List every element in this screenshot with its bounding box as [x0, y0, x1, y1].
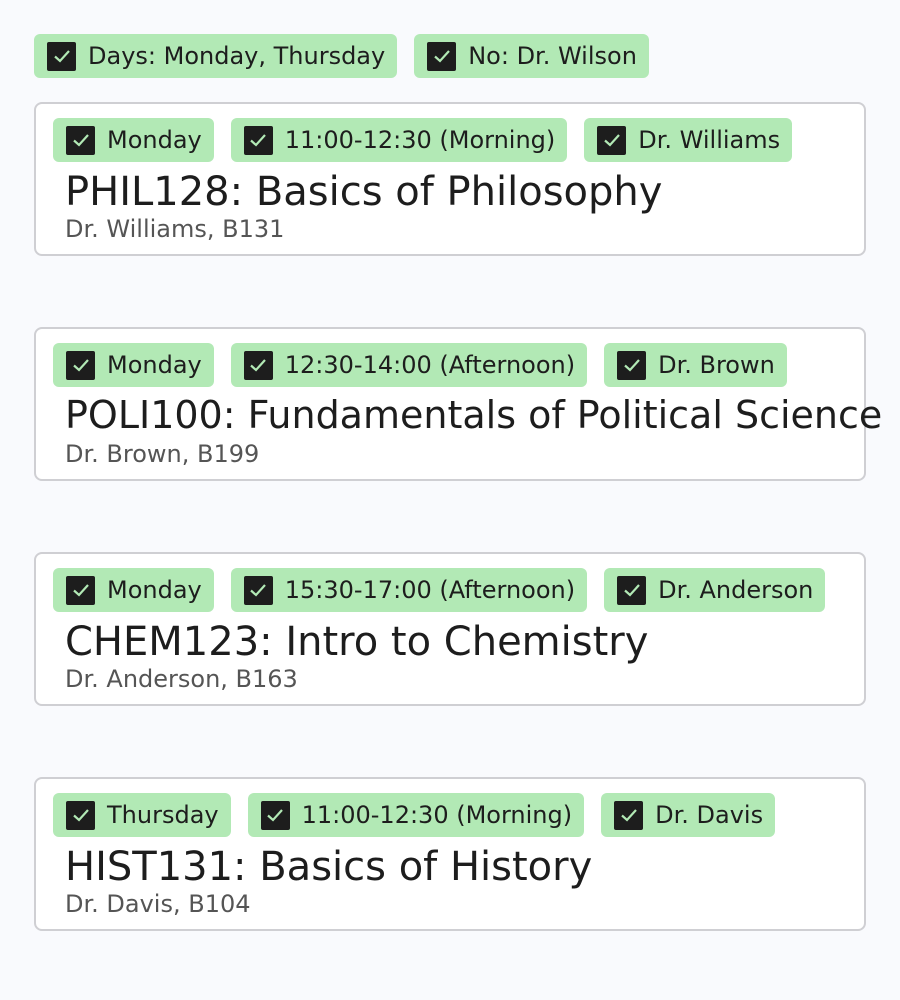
course-tags: Monday 12:30-14:00 (Afternoon) Dr. Brown	[53, 343, 787, 387]
course-card[interactable]: Monday 12:30-14:00 (Afternoon) Dr. Brown…	[34, 327, 882, 481]
tag-time[interactable]: 15:30-17:00 (Afternoon)	[230, 568, 588, 612]
checkbox-checked-icon[interactable]	[243, 350, 273, 380]
course-instructor-room: Dr. Williams, B131	[65, 215, 285, 243]
tag-label: Dr. Davis	[655, 801, 764, 829]
checkbox-checked-icon[interactable]	[243, 125, 273, 155]
checkbox-checked-icon[interactable]	[260, 800, 290, 830]
tag-day[interactable]: Monday	[53, 118, 214, 162]
course-tags: Monday 11:00-12:30 (Morning) Dr. William…	[53, 118, 793, 162]
tag-label: 12:30-14:00 (Afternoon)	[284, 351, 576, 379]
tag-label: 11:00-12:30 (Morning)	[284, 126, 556, 154]
tag-instructor[interactable]: Dr. Williams	[584, 118, 793, 162]
tag-time[interactable]: 12:30-14:00 (Afternoon)	[230, 343, 588, 387]
course-card[interactable]: Monday 15:30-17:00 (Afternoon) Dr. Ander…	[34, 552, 866, 706]
tag-time[interactable]: 11:00-12:30 (Morning)	[247, 793, 585, 837]
checkbox-checked-icon[interactable]	[597, 125, 627, 155]
checkbox-checked-icon[interactable]	[617, 350, 647, 380]
filter-chip-label: No: Dr. Wilson	[468, 42, 637, 70]
tag-label: Monday	[107, 576, 202, 604]
course-title: HIST131: Basics of History	[65, 844, 593, 890]
tag-label: Thursday	[107, 801, 219, 829]
checkbox-checked-icon[interactable]	[66, 125, 95, 155]
tag-label: Dr. Brown	[658, 351, 775, 379]
course-tags: Monday 15:30-17:00 (Afternoon) Dr. Ander…	[53, 568, 826, 612]
tag-day[interactable]: Monday	[53, 568, 214, 612]
course-instructor-room: Dr. Anderson, B163	[65, 665, 298, 693]
filter-chip-days[interactable]: Days: Monday, Thursday	[34, 34, 398, 78]
checkbox-checked-icon[interactable]	[617, 575, 647, 605]
tag-label: 11:00-12:30 (Morning)	[301, 801, 573, 829]
tag-instructor[interactable]: Dr. Davis	[601, 793, 776, 837]
checkbox-checked-icon[interactable]	[66, 575, 95, 605]
checkbox-checked-icon[interactable]	[66, 350, 95, 380]
course-instructor-room: Dr. Davis, B104	[65, 890, 251, 918]
tag-day[interactable]: Thursday	[53, 793, 231, 837]
course-tags: Thursday 11:00-12:30 (Morning) Dr. Davis	[53, 793, 776, 837]
tag-label: 15:30-17:00 (Afternoon)	[284, 576, 576, 604]
course-card[interactable]: Monday 11:00-12:30 (Morning) Dr. William…	[34, 102, 866, 256]
tag-label: Dr. Anderson	[658, 576, 814, 604]
tag-label: Monday	[107, 351, 202, 379]
tag-time[interactable]: 11:00-12:30 (Morning)	[230, 118, 568, 162]
schedule-page: Days: Monday, Thursday No: Dr. Wilson Mo…	[0, 0, 900, 1000]
course-instructor-room: Dr. Brown, B199	[65, 440, 260, 468]
filter-chip-exclude-instructor[interactable]: No: Dr. Wilson	[414, 34, 649, 78]
filter-chip-label: Days: Monday, Thursday	[88, 42, 386, 70]
checkbox-checked-icon[interactable]	[614, 800, 644, 830]
tag-instructor[interactable]: Dr. Anderson	[604, 568, 826, 612]
course-title: PHIL128: Basics of Philosophy	[65, 169, 663, 215]
checkbox-checked-icon[interactable]	[427, 41, 457, 71]
tag-day[interactable]: Monday	[53, 343, 214, 387]
tag-label: Monday	[107, 126, 202, 154]
tag-instructor[interactable]: Dr. Brown	[604, 343, 787, 387]
checkbox-checked-icon[interactable]	[66, 800, 95, 830]
checkbox-checked-icon[interactable]	[243, 575, 273, 605]
active-filters: Days: Monday, Thursday No: Dr. Wilson	[34, 34, 649, 78]
course-title: POLI100: Fundamentals of Political Scien…	[65, 393, 883, 437]
course-card[interactable]: Thursday 11:00-12:30 (Morning) Dr. Davis…	[34, 777, 866, 931]
tag-label: Dr. Williams	[638, 126, 781, 154]
checkbox-checked-icon[interactable]	[47, 41, 76, 71]
course-title: CHEM123: Intro to Chemistry	[65, 619, 649, 665]
